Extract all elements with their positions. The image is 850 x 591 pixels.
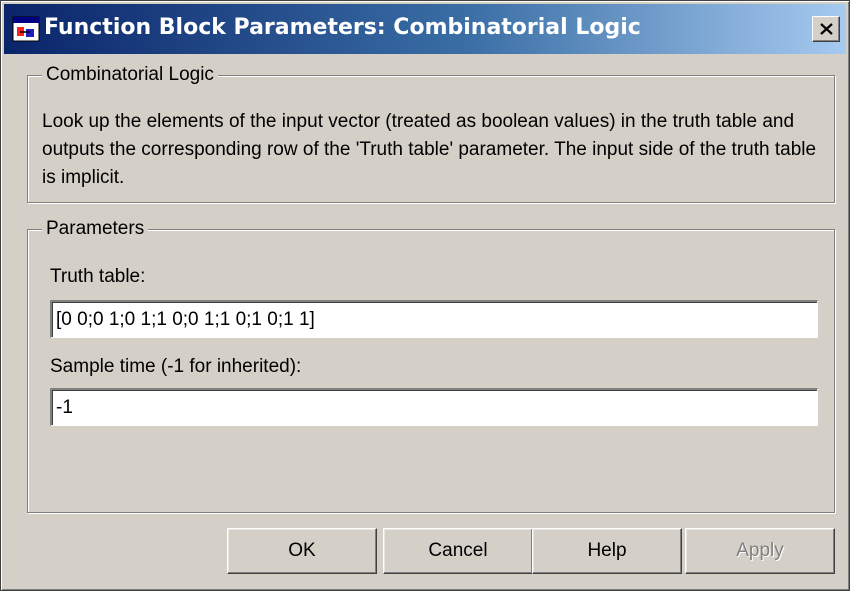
truth-table-label: Truth table: (50, 266, 146, 287)
title-bar[interactable]: Function Block Parameters: Combinatorial… (4, 4, 846, 54)
simulink-block-icon (12, 16, 40, 42)
help-button[interactable]: Help (532, 528, 682, 574)
truth-table-input[interactable] (50, 300, 818, 338)
parameters-group: Parameters Truth table: Sample time (-1 … (27, 218, 835, 513)
close-icon (820, 23, 833, 35)
ok-button[interactable]: OK (227, 528, 377, 574)
description-group: Combinatorial Logic Look up the elements… (27, 64, 835, 203)
apply-button[interactable]: Apply (685, 528, 835, 574)
parameters-legend: Parameters (42, 218, 149, 240)
close-button[interactable] (812, 16, 840, 42)
sample-time-label: Sample time (-1 for inherited): (50, 356, 302, 377)
sample-time-input[interactable] (50, 388, 818, 426)
cancel-button[interactable]: Cancel (383, 528, 533, 574)
dialog-window: Function Block Parameters: Combinatorial… (0, 0, 850, 591)
window-title: Function Block Parameters: Combinatorial… (44, 15, 641, 40)
description-legend: Combinatorial Logic (42, 64, 218, 86)
block-description: Look up the elements of the input vector… (42, 111, 817, 188)
